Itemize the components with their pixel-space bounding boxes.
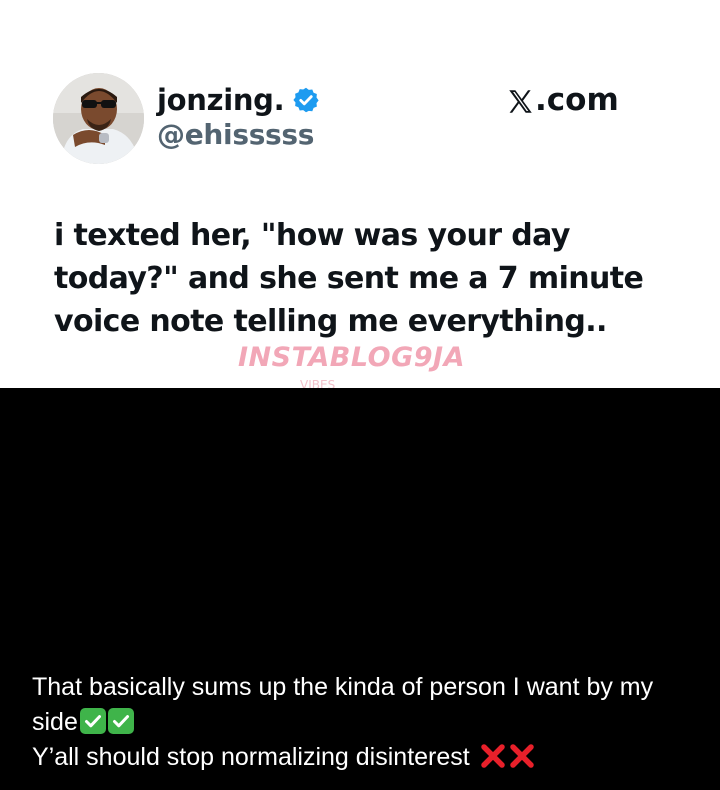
check-mark-emoji (79, 708, 106, 734)
tweet-text: i texted her, "how was your day today?" … (54, 218, 644, 339)
caption-text-2: Y’all should stop normalizing disinteres… (32, 743, 470, 771)
watermark: INSTABLOG9JA (238, 342, 465, 373)
tweet-card: jonzing. @ehisssss .com i texted her, "h… (0, 0, 720, 388)
display-name[interactable]: jonzing. (157, 83, 285, 117)
user-handle[interactable]: @ehisssss (157, 118, 314, 151)
display-name-row: jonzing. (157, 80, 320, 120)
check-mark-emoji (107, 708, 134, 734)
screenshot-page: jonzing. @ehisssss .com i texted her, "h… (0, 0, 720, 790)
site-label: .com (507, 82, 619, 118)
caption-line-1: That basically sums up the kinda of pers… (32, 670, 692, 740)
x-logo-icon (507, 87, 534, 114)
caption-line-2: Y’all should stop normalizing disinteres… (32, 740, 692, 775)
cross-mark-emoji (480, 743, 506, 769)
avatar[interactable] (53, 73, 144, 164)
site-domain: .com (535, 82, 619, 118)
verified-badge-icon (292, 86, 320, 114)
avatar-photo (53, 73, 144, 164)
caption: That basically sums up the kinda of pers… (32, 670, 692, 775)
watermark-sub: VIBES (300, 378, 336, 388)
cross-mark-emoji (509, 743, 535, 769)
